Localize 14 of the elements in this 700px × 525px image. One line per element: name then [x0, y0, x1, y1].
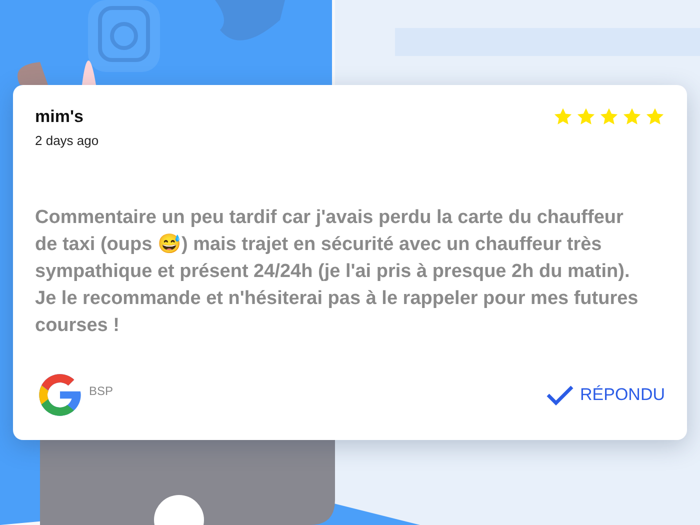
checkmark-icon — [546, 384, 574, 406]
reviewer-name: mim's — [35, 107, 84, 127]
review-text: Commentaire un peu tardif car j'avais perdu la carte du chauffeur de taxi (oups 😅) mais trajet en sécurité avec un chauffeur très sympathique et présent 24/24h (je l'ai pris à presque 2h du matin). Je le recommande et n'hésiterai pas à le rappeler pour mes futures courses ! — [35, 206, 640, 338]
camera-icon — [88, 0, 160, 72]
star-icon — [576, 107, 596, 127]
star-icon — [599, 107, 619, 127]
review-time: 2 days ago — [35, 133, 99, 148]
status-label: RÉPONDU — [580, 385, 665, 405]
star-icon — [622, 107, 642, 127]
star-icon — [645, 107, 665, 127]
star-icon — [553, 107, 573, 127]
source-label: BSP — [89, 384, 114, 398]
hand-drawing — [18, 62, 48, 85]
finger-drawing — [82, 60, 96, 85]
